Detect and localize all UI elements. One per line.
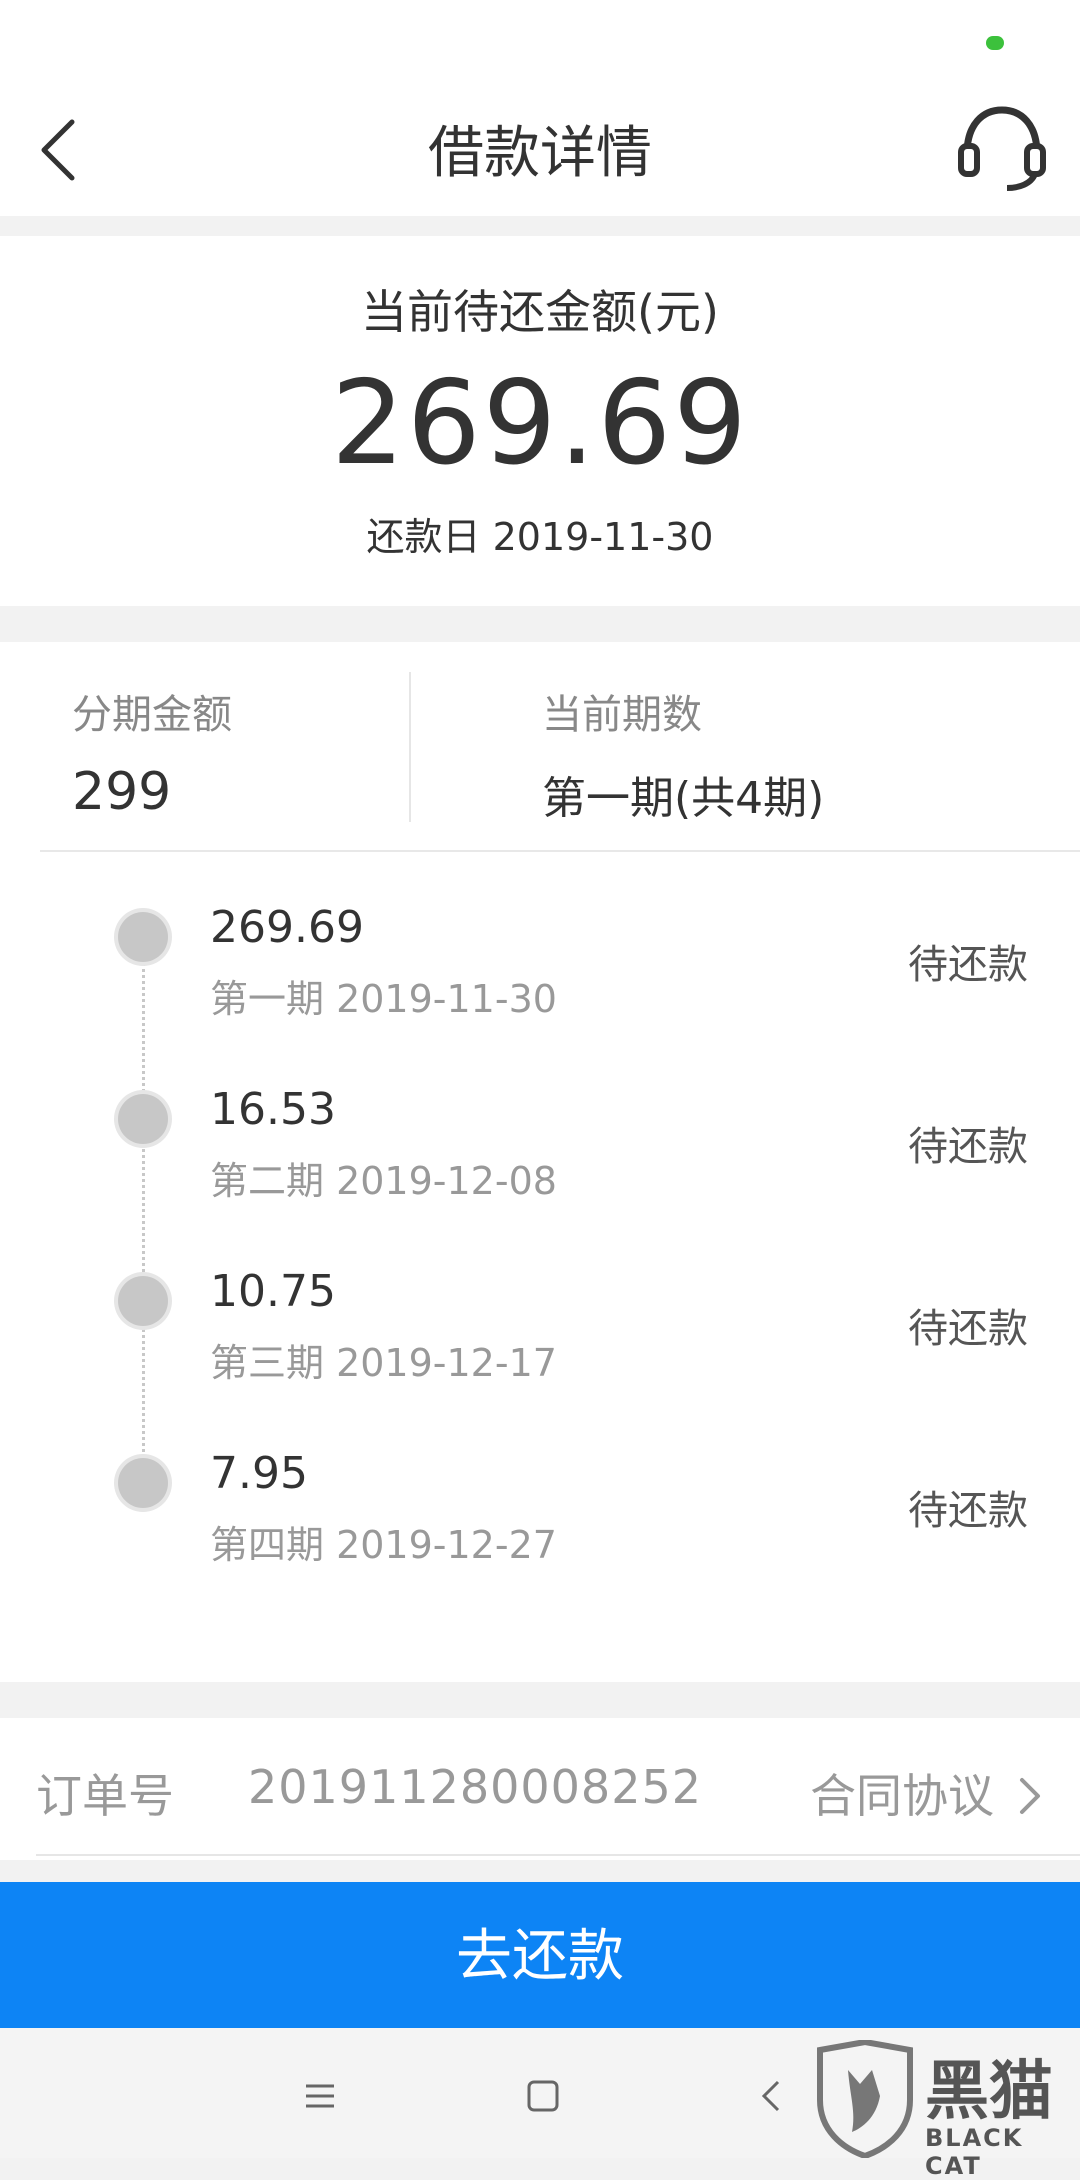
notification-dot-icon xyxy=(986,36,1004,50)
timeline-dot-icon xyxy=(118,1094,168,1144)
installment-item-status[interactable]: 待还款 xyxy=(908,1478,1028,1536)
order-row: 订单号 201911280008252 合同协议 xyxy=(0,1718,1080,1860)
installment-item: 269.69 第一期 2019-11-30 待还款 xyxy=(0,902,1080,1042)
installment-item-amount: 7.95 xyxy=(210,1448,308,1499)
installment-item: 7.95 第四期 2019-12-27 待还款 xyxy=(0,1448,1080,1588)
status-bar xyxy=(0,0,1080,80)
installment-item-status[interactable]: 待还款 xyxy=(908,932,1028,990)
timeline-dot-icon xyxy=(118,1458,168,1508)
installment-item-period: 第四期 2019-12-27 xyxy=(210,1523,557,1567)
pending-amount-label: 当前待还金额(元) xyxy=(361,285,719,339)
repayment-summary: 当前待还金额(元) 269.69 还款日 2019-11-30 xyxy=(0,236,1080,606)
installment-item-period: 第二期 2019-12-08 xyxy=(210,1159,557,1203)
cat-shield-icon xyxy=(817,2040,913,2158)
nav-bar: 借款详情 xyxy=(0,80,1080,216)
installment-item-status[interactable]: 待还款 xyxy=(908,1114,1028,1172)
menu-icon[interactable] xyxy=(300,2076,340,2116)
repay-button[interactable]: 去还款 xyxy=(0,1882,1080,2028)
page-title: 借款详情 xyxy=(428,121,652,186)
installment-item: 16.53 第二期 2019-12-08 待还款 xyxy=(0,1084,1080,1224)
watermark-logo: 黑猫 BLACK CAT xyxy=(810,2040,1080,2180)
column-divider xyxy=(409,672,411,822)
watermark-text: 黑猫 xyxy=(925,2055,1053,2129)
installment-amount-block: 分期金额 299 xyxy=(72,682,232,822)
installment-amount-value: 299 xyxy=(72,762,172,822)
contract-agreement-link[interactable]: 合同协议 xyxy=(810,1760,994,1826)
installment-details: 分期金额 299 当前期数 第一期(共4期) 269.69 第一期 2019-1… xyxy=(0,642,1080,1682)
customer-service-button[interactable] xyxy=(955,102,1050,192)
pending-amount: 269.69 xyxy=(331,356,749,491)
installment-item-amount: 269.69 xyxy=(210,902,364,953)
watermark-subtext: BLACK CAT xyxy=(925,2124,1024,2180)
chevron-right-icon[interactable] xyxy=(1018,1776,1042,1816)
installment-item-amount: 16.53 xyxy=(210,1084,336,1135)
timeline-dot-icon xyxy=(118,912,168,962)
installment-item-period: 第一期 2019-11-30 xyxy=(210,977,557,1021)
due-date: 还款日 2019-11-30 xyxy=(366,515,714,559)
current-period-label: 当前期数 xyxy=(542,692,702,738)
installment-item-period: 第三期 2019-12-17 xyxy=(210,1341,557,1385)
order-number-label: 订单号 xyxy=(36,1769,174,1823)
installment-amount-label: 分期金额 xyxy=(72,692,232,738)
order-number: 201911280008252 xyxy=(248,1760,702,1814)
current-period-value: 第一期(共4期) xyxy=(542,773,825,824)
installment-item: 10.75 第三期 2019-12-17 待还款 xyxy=(0,1266,1080,1406)
timeline-dot-icon xyxy=(118,1276,168,1326)
installment-item-status[interactable]: 待还款 xyxy=(908,1296,1028,1354)
home-icon[interactable] xyxy=(523,2076,563,2116)
order-divider xyxy=(36,1854,1080,1856)
headset-icon xyxy=(958,106,1046,191)
installment-item-amount: 10.75 xyxy=(210,1266,336,1317)
back-nav-icon[interactable] xyxy=(752,2076,792,2116)
current-period-block: 当前期数 第一期(共4期) xyxy=(542,682,824,826)
row-divider xyxy=(40,850,1080,852)
